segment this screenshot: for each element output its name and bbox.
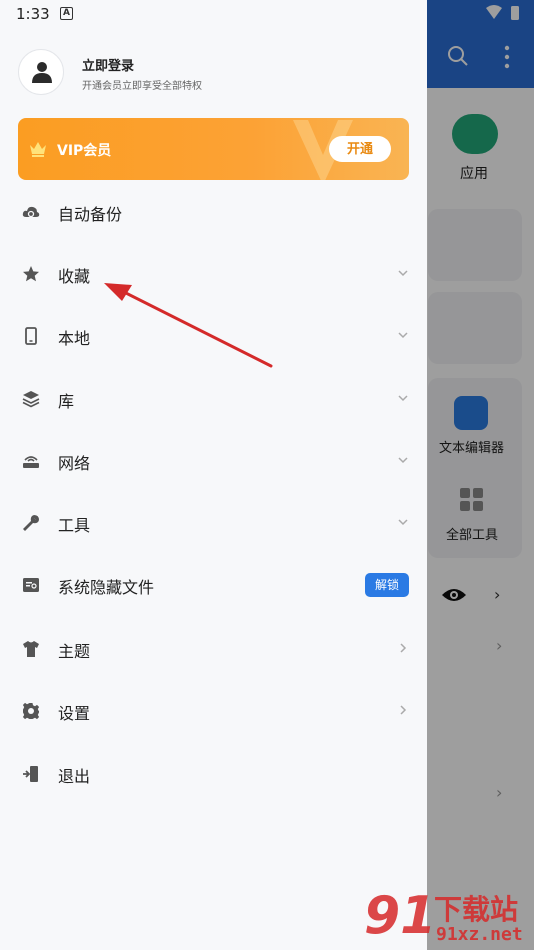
chevron-right-icon[interactable] (396, 703, 410, 717)
chevron-down-icon[interactable] (396, 391, 410, 405)
menu-item-tools[interactable]: 工具 (0, 495, 427, 551)
vip-banner[interactable]: VIP会员 开通 (18, 118, 409, 180)
phone-icon (25, 327, 37, 345)
menu-item-library[interactable]: 库 (0, 371, 427, 427)
menu-item-label: 退出 (58, 767, 91, 786)
chevron-down-icon[interactable] (396, 328, 410, 342)
notification-icon: A (60, 7, 73, 20)
menu-item-label: 网络 (58, 454, 91, 473)
status-time: 1:33 (16, 5, 50, 23)
wrench-icon (23, 515, 39, 531)
layers-icon (22, 391, 40, 408)
cloud-sync-icon (22, 206, 40, 218)
gear-icon (22, 702, 40, 720)
menu-item-exit[interactable]: 退出 (0, 746, 427, 802)
exit-icon (23, 766, 38, 782)
avatar[interactable] (18, 49, 64, 95)
watermark-name: 下载站 (434, 893, 519, 926)
menu-item-label: 系统隐藏文件 (58, 578, 155, 597)
menu-item-label: 设置 (58, 704, 91, 723)
chevron-down-icon[interactable] (396, 515, 410, 529)
navigation-drawer: 1:33 A 立即登录 开通会员立即享受全部特权 VIP会员 开通 自动备份 收… (0, 0, 427, 950)
tshirt-icon (23, 641, 39, 657)
menu-item-settings[interactable]: 设置 (0, 683, 427, 739)
vip-label: VIP会员 (57, 143, 112, 159)
login-title[interactable]: 立即登录 (82, 55, 134, 74)
hidden-file-icon (23, 578, 39, 592)
chevron-down-icon[interactable] (396, 266, 410, 280)
user-icon (32, 62, 52, 83)
menu-item-label: 库 (58, 392, 75, 411)
menu-item-favorites[interactable]: 收藏 (0, 246, 427, 302)
watermark-digits: 91 (364, 886, 437, 946)
menu-item-label: 本地 (58, 329, 91, 348)
menu-item-network[interactable]: 网络 (0, 433, 427, 489)
menu-item-label: 工具 (58, 516, 91, 535)
watermark: 91 下载站 91xz.net (364, 886, 534, 950)
menu-item-label: 主题 (58, 642, 91, 661)
menu-item-label: 收藏 (58, 267, 91, 286)
vip-activate-button[interactable]: 开通 (329, 136, 391, 162)
star-icon (23, 266, 39, 282)
router-icon (23, 456, 39, 468)
chevron-right-icon[interactable] (396, 641, 410, 655)
menu-item-local[interactable]: 本地 (0, 308, 427, 364)
chevron-down-icon[interactable] (396, 453, 410, 467)
menu-item-auto-backup[interactable]: 自动备份 (0, 184, 427, 240)
watermark-url: 91xz.net (436, 924, 523, 945)
crown-icon (30, 142, 46, 157)
unlock-badge[interactable]: 解锁 (365, 573, 409, 597)
menu-item-theme[interactable]: 主题 (0, 621, 427, 677)
menu-item-label: 自动备份 (58, 205, 123, 224)
menu-item-hidden-files[interactable]: 系统隐藏文件 解锁 (0, 557, 427, 613)
login-subtitle: 开通会员立即享受全部特权 (82, 81, 202, 92)
